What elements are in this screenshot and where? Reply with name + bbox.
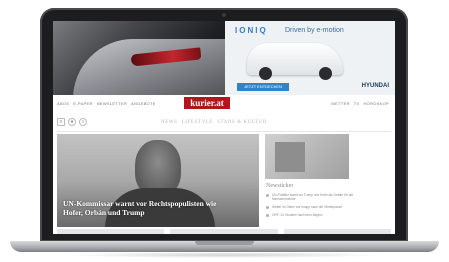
bullet-icon: [266, 194, 269, 197]
base-notch: [195, 241, 254, 245]
list-item-text: ORF: 24 Stunden nach dem Beginn: [272, 213, 323, 217]
nav-link-newsletter[interactable]: NEWSLETTER: [97, 101, 127, 106]
ad-cta-button[interactable]: JETZT ENTDECKEN: [237, 83, 289, 91]
menu-icon[interactable]: ≡: [57, 118, 65, 126]
wheel-icon: [319, 67, 332, 80]
ad-tagline: Driven by e-motion: [285, 27, 344, 34]
bottom-teasers: [57, 229, 391, 234]
ad-headline: IONIQ: [235, 26, 268, 35]
section-lifestyle[interactable]: LIFESTYLE: [182, 120, 214, 125]
nav-link-wetter[interactable]: WETTER: [331, 101, 350, 106]
laptop-base: [10, 241, 439, 252]
camera-icon: [222, 13, 226, 17]
hero-article[interactable]: UN-Kommissar warnt vor Rechtspopulisten …: [57, 134, 259, 227]
newsticker-list: UN-Politiker warnt vor Trump und Hofer a…: [266, 193, 362, 221]
top-nav: ABOS E-PAPER NEWSLETTER ANGEBOTE kurier.…: [53, 95, 395, 115]
nav-link-epaper[interactable]: E-PAPER: [73, 101, 92, 106]
section-news[interactable]: NEWS: [161, 120, 178, 125]
bullet-icon: [266, 214, 269, 217]
search-icon[interactable]: ⌕: [79, 118, 87, 126]
site-logo[interactable]: kurier.at: [184, 97, 230, 109]
nav-left: ABOS E-PAPER NEWSLETTER ANGEBOTE: [57, 101, 156, 106]
nav-link-tv[interactable]: TV: [354, 101, 360, 106]
list-item-text: Wetter im Osten nur knapp nach der Winte…: [272, 205, 343, 209]
sidebar-title: Newsticker: [266, 183, 294, 189]
car-body: [73, 39, 225, 95]
teaser-block[interactable]: [170, 229, 278, 234]
top-banner: IONIQ Driven by e-motion JETZT ENTDECKEN…: [53, 21, 395, 95]
list-item[interactable]: ORF: 24 Stunden nach dem Beginn: [266, 213, 362, 217]
nav-right: WETTER TV HOROSKOP: [331, 101, 389, 106]
thumbnail-figure: [275, 142, 305, 172]
list-item-text: UN-Politiker warnt vor Trump und Hofer a…: [272, 193, 354, 201]
nav-link-abos[interactable]: ABOS: [57, 101, 69, 106]
nav-link-horoskop[interactable]: HOROSKOP: [363, 101, 389, 106]
list-item[interactable]: Wetter im Osten nur knapp nach der Winte…: [266, 205, 362, 209]
divider: [57, 131, 391, 132]
advertisement[interactable]: IONIQ Driven by e-motion JETZT ENTDECKEN…: [225, 21, 395, 95]
browser-screen: IONIQ Driven by e-motion JETZT ENTDECKEN…: [53, 21, 395, 234]
hero-headline[interactable]: UN-Kommissar warnt vor Rechtspopulisten …: [63, 199, 238, 217]
nav-link-angebote[interactable]: ANGEBOTE: [131, 101, 156, 106]
section-stars-kultur[interactable]: STARS & KULTUR: [217, 120, 267, 125]
list-item[interactable]: UN-Politiker warnt vor Trump und Hofer a…: [266, 193, 362, 201]
sidebar-thumbnail[interactable]: [265, 134, 349, 179]
bullet-icon: [266, 206, 269, 209]
user-icon[interactable]: ●: [68, 118, 76, 126]
wheel-icon: [259, 67, 272, 80]
ad-brand-logo: HYUNDAI: [361, 83, 389, 89]
teaser-block[interactable]: [57, 229, 165, 234]
section-nav: NEWS LIFESTYLE STARS & KULTUR: [161, 120, 267, 125]
laptop-shadow: [60, 252, 389, 258]
section-toolbar: ≡ ● ⌕ NEWS LIFESTYLE STARS & KULTUR: [53, 116, 395, 130]
car-tail-photo: [53, 21, 225, 95]
teaser-block[interactable]: [283, 229, 391, 234]
